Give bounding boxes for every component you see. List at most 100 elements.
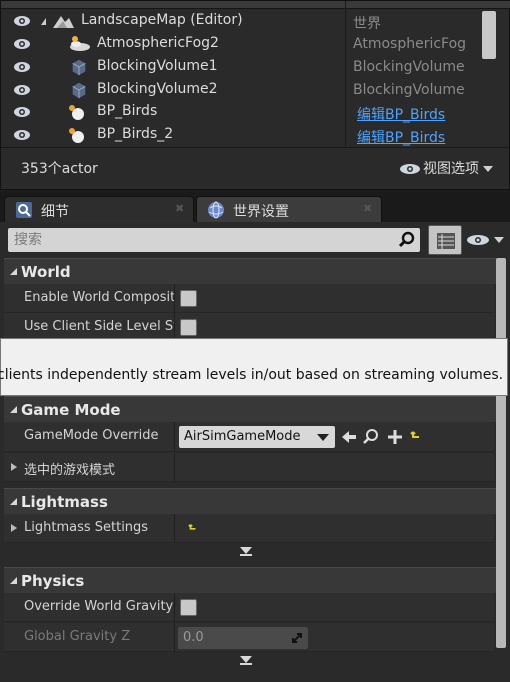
- column-splitter[interactable]: [174, 623, 175, 652]
- drag-resize-icon[interactable]: [291, 632, 303, 644]
- list-icon: [437, 233, 455, 249]
- category-game-mode[interactable]: Game Mode: [4, 396, 504, 422]
- chevron-down-icon: [494, 237, 504, 243]
- visibility-eye-icon[interactable]: [13, 15, 31, 27]
- category-physics[interactable]: Physics: [4, 567, 504, 593]
- use-client-side-level-streaming-checkbox[interactable]: [180, 319, 197, 336]
- column-splitter[interactable]: [174, 453, 175, 482]
- outliner-row[interactable]: BlockingVolume2 BlockingVolume: [1, 79, 479, 101]
- view-options-button[interactable]: 视图选项: [399, 158, 493, 178]
- outliner-row[interactable]: BP_Birds_2 编辑BP_Birds: [1, 124, 479, 146]
- use-selected-arrow-icon[interactable]: [340, 428, 358, 446]
- property-label: Use Client Side Level Streaming Volumes: [24, 319, 174, 334]
- search-icon[interactable]: [398, 231, 416, 249]
- reset-to-default-icon[interactable]: [188, 522, 198, 532]
- visibility-eye-icon[interactable]: [13, 38, 31, 50]
- cube-icon: [72, 82, 86, 99]
- column-splitter[interactable]: [174, 422, 175, 452]
- category-world[interactable]: World: [4, 258, 504, 284]
- global-gravity-z-field[interactable]: 0.0: [178, 627, 308, 649]
- chevron-down-icon: [240, 656, 252, 663]
- select-value: AirSimGameMode: [184, 429, 301, 444]
- visibility-eye-icon[interactable]: [13, 106, 31, 118]
- outliner-row-name: LandscapeMap (Editor): [81, 12, 243, 28]
- fog-icon: [70, 36, 90, 51]
- category-lightmass[interactable]: Lightmass: [4, 488, 504, 514]
- browse-search-icon[interactable]: [362, 428, 380, 446]
- advanced-expand-button[interactable]: [4, 545, 494, 559]
- outliner-row-name: AtmosphericFog2: [97, 35, 219, 51]
- tab-world-settings[interactable]: 世界设置 ✖: [196, 196, 382, 222]
- column-splitter[interactable]: [174, 284, 175, 313]
- outliner-row[interactable]: AtmosphericFog2 AtmosphericFog: [1, 33, 479, 55]
- advanced-bar: [240, 663, 252, 665]
- outliner-scrollbar[interactable]: [482, 11, 496, 59]
- search-input[interactable]: [14, 231, 394, 249]
- edit-blueprint-link[interactable]: 编辑BP_Birds: [357, 104, 445, 124]
- advanced-expand-button[interactable]: [4, 654, 494, 668]
- collapse-arrow-icon: [10, 268, 17, 275]
- outliner-row-type: BlockingVolume: [353, 82, 465, 98]
- outliner-row-name: BP_Birds_2: [97, 126, 174, 142]
- gamemode-override-select[interactable]: AirSimGameMode: [179, 426, 335, 448]
- outliner-row[interactable]: BlockingVolume1 BlockingVolume: [1, 56, 479, 78]
- column-splitter[interactable]: [174, 593, 175, 622]
- collapse-arrow-icon: [10, 577, 17, 584]
- edit-blueprint-link[interactable]: 编辑BP_Birds: [357, 127, 445, 147]
- eye-menu-button[interactable]: [466, 232, 506, 248]
- outliner-row-name: BP_Birds: [97, 103, 158, 119]
- world-outliner: ▔ LandscapeMap (Editor) 世界 AtmosphericFo…: [0, 0, 510, 190]
- outliner-row[interactable]: LandscapeMap (Editor) 世界: [1, 10, 479, 32]
- override-world-gravity-checkbox[interactable]: [180, 599, 197, 616]
- chevron-down-icon: [240, 547, 252, 554]
- outliner-footer: 353个actor 视图选项: [1, 147, 509, 185]
- close-icon[interactable]: ✖: [363, 202, 372, 215]
- chevron-down-icon: [483, 166, 493, 172]
- expand-arrow-icon[interactable]: [11, 463, 17, 471]
- field-value: 0.0: [183, 630, 204, 645]
- eye-icon: [467, 235, 489, 245]
- property-row: GameMode Override AirSimGameMode: [4, 422, 494, 452]
- blueprint-actor-icon: [69, 128, 84, 143]
- enable-world-composition-checkbox[interactable]: [180, 290, 197, 307]
- cube-icon: [72, 59, 86, 76]
- expand-arrow-icon[interactable]: [11, 524, 17, 532]
- tooltip: clients independently stream levels in/o…: [0, 338, 508, 396]
- outliner-row-type: BlockingVolume: [353, 59, 465, 75]
- property-label: GameMode Override: [24, 428, 159, 443]
- chevron-down-icon: [317, 434, 329, 441]
- property-row[interactable]: Lightmass Settings: [4, 514, 494, 543]
- property-label: Lightmass Settings: [24, 520, 149, 535]
- sort-icon[interactable]: ▔: [465, 0, 475, 9]
- eye-icon: [400, 164, 420, 174]
- visibility-eye-icon[interactable]: [13, 129, 31, 141]
- advanced-bar: [240, 554, 252, 556]
- list-view-button[interactable]: [428, 225, 462, 255]
- visibility-eye-icon[interactable]: [13, 61, 31, 73]
- globe-icon: [208, 201, 224, 219]
- collapse-arrow-icon: [10, 406, 17, 413]
- category-label: Physics: [21, 572, 85, 590]
- property-row[interactable]: 选中的游戏模式: [4, 453, 494, 482]
- column-splitter[interactable]: [174, 514, 175, 543]
- expand-arrow-icon[interactable]: [41, 18, 46, 25]
- tab-details[interactable]: 细节 ✖: [4, 196, 194, 222]
- details-scrollbar[interactable]: [496, 258, 506, 648]
- outliner-row-type: 世界: [353, 16, 381, 32]
- collapse-arrow-icon: [10, 498, 17, 505]
- outliner-row[interactable]: BP_Birds 编辑BP_Birds: [1, 101, 479, 123]
- add-plus-icon[interactable]: [386, 428, 404, 446]
- property-row: Enable World Composition: [4, 284, 494, 313]
- reset-to-default-icon[interactable]: [410, 430, 428, 448]
- visibility-eye-icon[interactable]: [13, 84, 31, 96]
- view-options-label: 视图选项: [423, 161, 479, 177]
- property-label: Enable World Composition: [24, 290, 174, 305]
- magnifier-icon: [16, 202, 32, 218]
- close-icon[interactable]: ✖: [175, 202, 184, 215]
- details-scroll-area: World Enable World Composition Use Clien…: [4, 258, 508, 682]
- panel-tabs: 细节 ✖ 世界设置 ✖: [0, 192, 510, 222]
- actor-count: 353个actor: [21, 161, 98, 177]
- world-icon: [53, 16, 74, 28]
- search-box[interactable]: [8, 228, 420, 252]
- property-label: 选中的游戏模式: [24, 463, 116, 478]
